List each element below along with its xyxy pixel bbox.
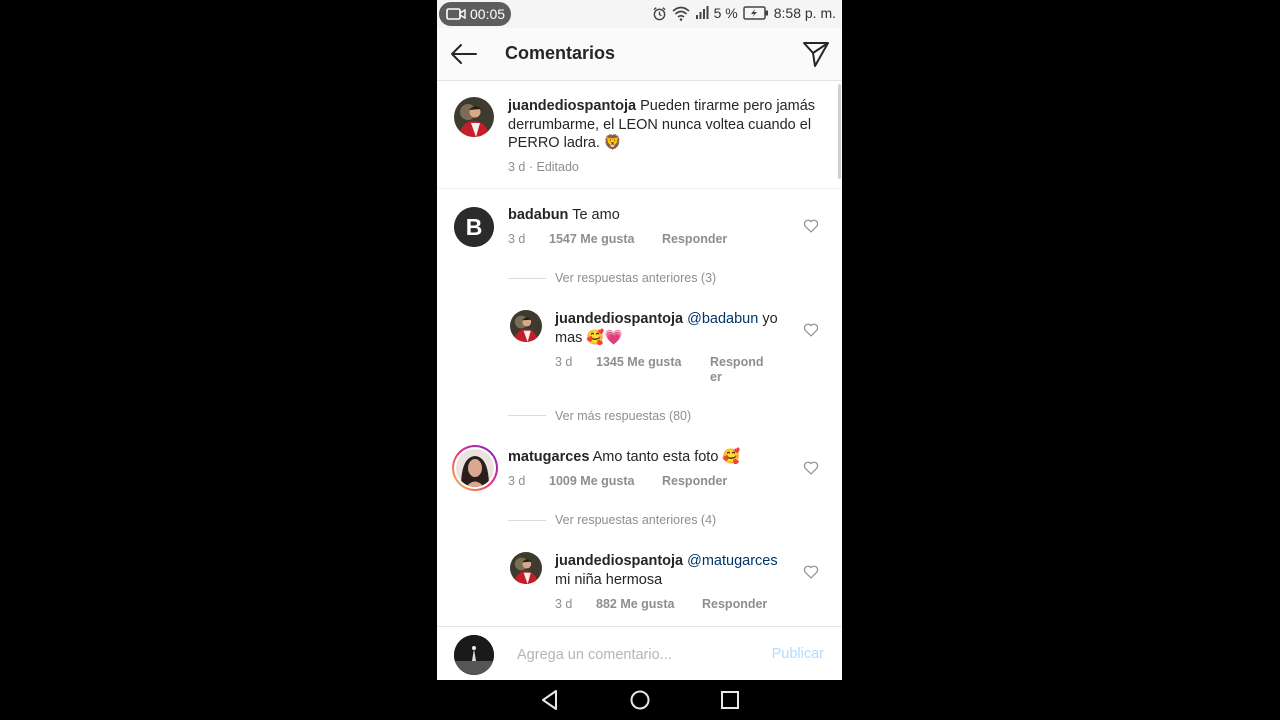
recording-time: 00:05 xyxy=(470,6,506,22)
badabun-avatar[interactable]: B xyxy=(454,207,494,247)
reply-text-block: juandediospantoja @badabun yo mas 🥰💗 xyxy=(555,310,795,347)
phone-screen: 00:05 5 % 8:58 p. m. Comentarios juanded… xyxy=(437,0,842,720)
svg-text:B: B xyxy=(466,214,483,240)
nav-recents-icon[interactable] xyxy=(718,688,742,712)
reply-mention[interactable]: @badabun xyxy=(687,311,758,327)
reply-text-block: juandediospantoja @matugarces mi niña he… xyxy=(555,552,795,589)
heart-icon[interactable] xyxy=(803,322,819,338)
screen-recording-indicator[interactable]: 00:05 xyxy=(439,2,511,26)
caption-avatar[interactable] xyxy=(454,97,494,137)
publish-button[interactable]: Publicar xyxy=(772,646,824,662)
heart-icon[interactable] xyxy=(803,218,819,234)
comment-age: 3 d xyxy=(508,474,526,488)
status-bar: 00:05 5 % 8:58 p. m. xyxy=(437,0,842,28)
reply-avatar[interactable] xyxy=(510,552,542,584)
battery-percent: 5 % xyxy=(713,5,738,21)
nav-back-icon[interactable] xyxy=(538,688,562,712)
page-title: Comentarios xyxy=(505,43,616,63)
reply-reply-button[interactable]: Respond er xyxy=(710,355,768,385)
matugarces-avatar[interactable] xyxy=(452,445,498,491)
reply-likes[interactable]: 882 Me gusta xyxy=(596,597,675,611)
nav-home-icon[interactable] xyxy=(628,688,652,712)
comment-username[interactable]: badabun xyxy=(508,207,568,223)
heart-icon[interactable] xyxy=(803,460,819,476)
comment-text-block: badabun Te amo xyxy=(508,206,798,225)
comment-text: Amo tanto esta foto 🥰 xyxy=(592,449,741,465)
view-previous-replies[interactable]: Ver respuestas anteriores (4) xyxy=(555,513,716,527)
clock: 8:58 p. m. xyxy=(773,5,836,21)
scrollbar[interactable] xyxy=(838,84,841,179)
caption-username[interactable]: juandediospantoja xyxy=(508,98,636,114)
reply-reply-button[interactable]: Responder xyxy=(702,597,767,611)
comment-username[interactable]: matugarces xyxy=(508,449,589,465)
comment-likes[interactable]: 1009 Me gusta xyxy=(549,474,634,488)
thread-line xyxy=(508,278,546,279)
heart-icon[interactable] xyxy=(803,564,819,580)
reply-avatar[interactable] xyxy=(510,310,542,342)
reply-button[interactable]: Responder xyxy=(662,474,727,488)
comments-list[interactable]: juandediospantoja Pueden tirarme pero ja… xyxy=(437,81,842,626)
reply-button[interactable]: Responder xyxy=(662,232,727,246)
reply-username[interactable]: juandediospantoja xyxy=(555,553,683,569)
reply-text: mi niña hermosa xyxy=(555,571,663,588)
user-avatar xyxy=(454,635,494,675)
back-arrow-icon[interactable] xyxy=(449,40,479,68)
reply-age: 3 d xyxy=(555,355,573,369)
comment-text-block: matugarces Amo tanto esta foto 🥰 xyxy=(508,448,798,467)
direct-send-icon[interactable] xyxy=(802,40,830,68)
reply-mention[interactable]: @matugarces xyxy=(687,553,777,569)
comment-text: Te amo xyxy=(572,207,620,223)
status-icons: 5 % 8:58 p. m. xyxy=(652,5,836,21)
comment-composer: Publicar xyxy=(437,626,842,681)
caption-text-block: juandediospantoja Pueden tirarme pero ja… xyxy=(508,97,818,153)
view-previous-replies[interactable]: Ver respuestas anteriores (3) xyxy=(555,271,716,285)
comment-input[interactable] xyxy=(515,641,759,669)
reply-likes[interactable]: 1345 Me gusta xyxy=(596,355,681,369)
battery-icon xyxy=(742,6,768,20)
thread-line xyxy=(508,520,546,521)
comment-age: 3 d xyxy=(508,232,526,246)
view-more-replies[interactable]: Ver más respuestas (80) xyxy=(555,409,691,423)
thread-line xyxy=(508,415,546,416)
reply-age: 3 d xyxy=(555,597,573,611)
divider xyxy=(437,188,842,189)
comment-likes[interactable]: 1547 Me gusta xyxy=(549,232,634,246)
system-nav-bar xyxy=(437,680,842,720)
app-header: Comentarios xyxy=(437,28,842,81)
video-camera-icon xyxy=(446,8,466,20)
reply-username[interactable]: juandediospantoja xyxy=(555,311,683,327)
alarm-icon xyxy=(653,6,666,20)
caption-meta: 3 d · Editado xyxy=(508,160,579,174)
wifi-icon xyxy=(672,6,690,21)
signal-icon xyxy=(695,6,709,19)
